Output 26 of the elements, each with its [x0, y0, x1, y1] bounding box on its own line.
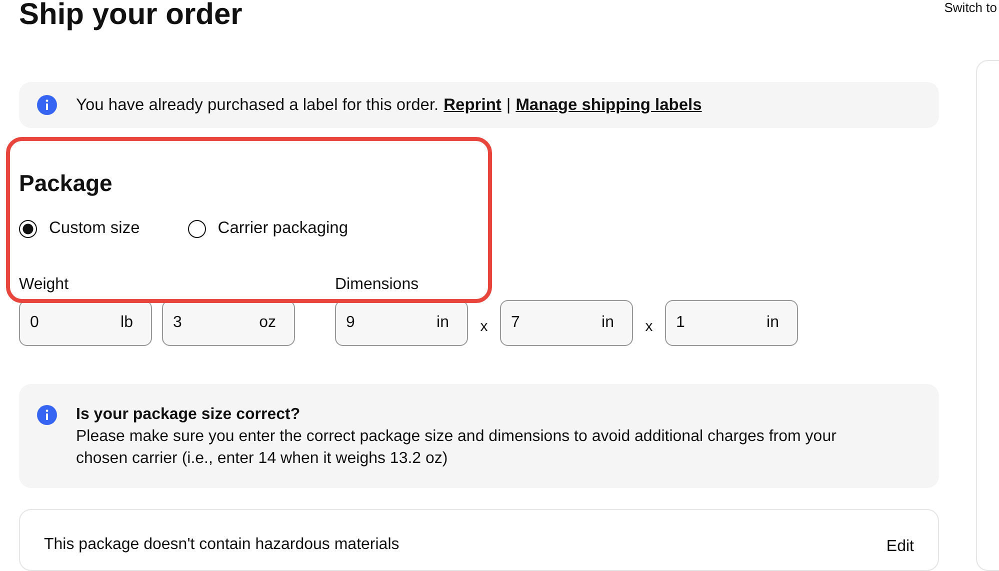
field-label: Dimensions	[335, 276, 420, 294]
info-icon	[37, 95, 57, 115]
notice-link[interactable]: Manage shipping labels	[516, 96, 702, 114]
hazard-text: This package doesn't contain hazardous materials	[44, 535, 400, 555]
weight-field[interactable]: 0 lb	[19, 300, 152, 346]
field-label: Weight	[19, 276, 70, 294]
switch-link[interactable]: Switch to	[944, 0, 997, 15]
notice-text: Please make sure you enter the correct package size and dimensions to avoid additional charges from your chosen carrier (i.e., enter 14 when it weighs 13.2 oz)	[76, 427, 838, 469]
section-title: Package	[19, 170, 114, 197]
radio-option[interactable]: Custom size	[19, 219, 140, 238]
radio-icon[interactable]	[19, 220, 37, 238]
notice-text: You have already purchased a label for this order.	[76, 96, 439, 114]
times-sign: x	[479, 318, 489, 334]
dimension-field[interactable]: 9 in	[335, 300, 468, 346]
radio-icon[interactable]	[188, 220, 206, 238]
dimension-field[interactable]: 7 in	[500, 300, 633, 346]
notice-title: Is your package size correct?	[76, 405, 302, 425]
notice-link[interactable]: Reprint	[444, 96, 502, 114]
edit-link[interactable]: Edit	[886, 537, 914, 557]
link-separator: |	[506, 96, 511, 114]
page-title: Ship your order	[19, 0, 242, 30]
times-sign: x	[644, 318, 654, 334]
weight-field[interactable]: 3 oz	[162, 300, 295, 346]
radio-option[interactable]: Carrier packaging	[188, 219, 348, 238]
info-icon	[37, 405, 57, 425]
dimension-field[interactable]: 1 in	[665, 300, 798, 346]
